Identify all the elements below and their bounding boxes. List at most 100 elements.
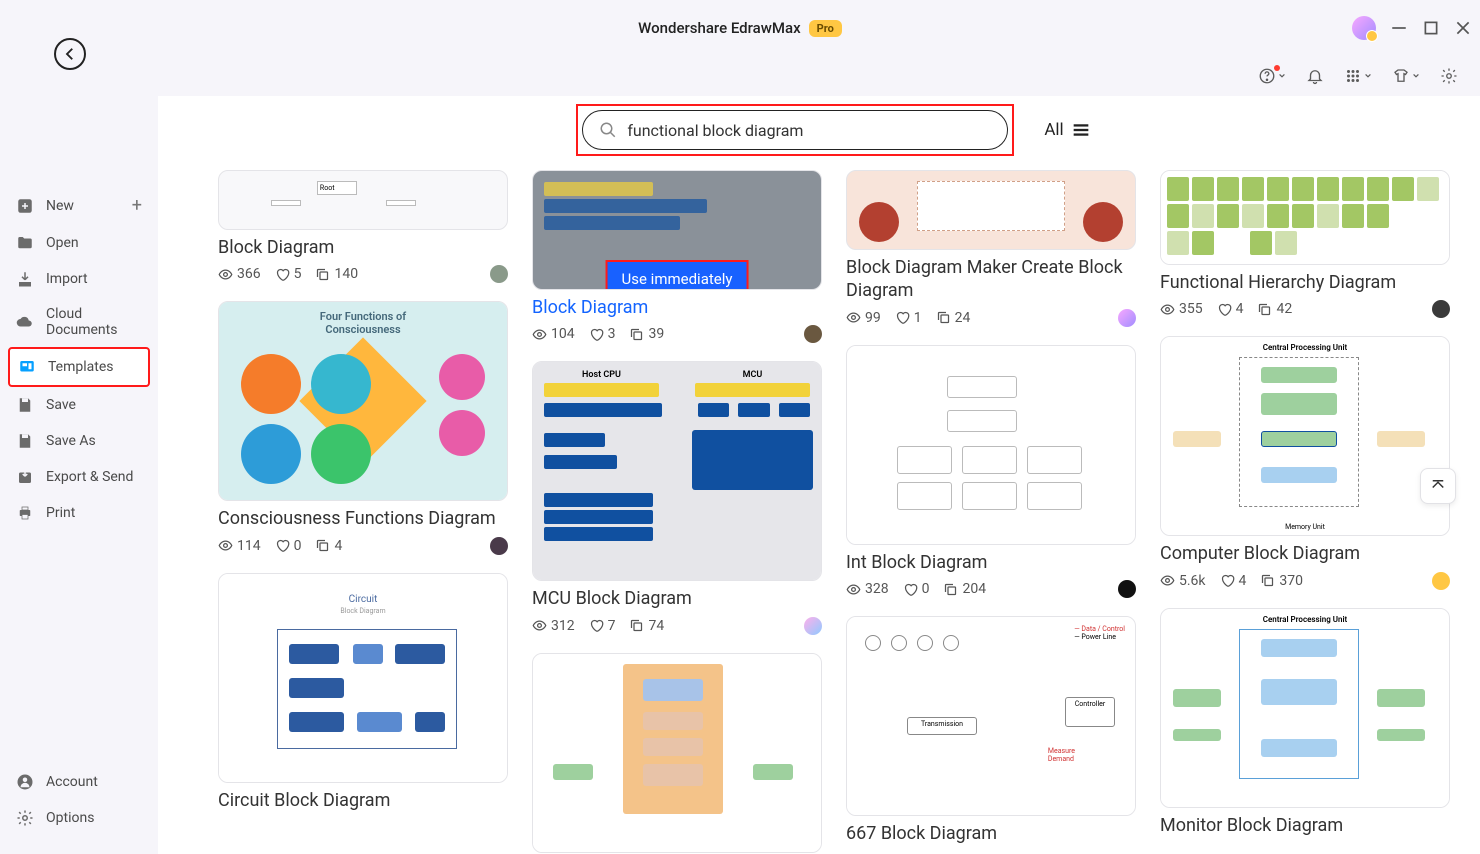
minimize-button[interactable] (1390, 19, 1408, 37)
copy-icon (1257, 302, 1272, 317)
sidebar-item-label: Print (46, 505, 75, 521)
card-stats: 366 5 140 (218, 265, 508, 283)
back-button[interactable] (54, 38, 86, 70)
heart-icon (1217, 302, 1232, 317)
print-icon (16, 504, 34, 522)
pro-badge: Pro (809, 20, 842, 37)
sidebar-item-import[interactable]: Import (8, 261, 150, 297)
author-avatar (1118, 580, 1136, 598)
template-thumb (532, 653, 822, 853)
menu-icon (1070, 119, 1092, 141)
help-icon[interactable] (1258, 67, 1286, 85)
template-card[interactable]: Block Diagram Maker Create Block Diagram… (846, 170, 1136, 327)
search-icon (599, 121, 617, 139)
save-as-icon (16, 432, 34, 450)
scroll-top-button[interactable] (1420, 468, 1456, 504)
template-card[interactable]: — Data / Control— Power Line Controller … (846, 616, 1136, 845)
sidebar-item-label: New (46, 198, 74, 214)
card-title: Block Diagram (218, 236, 508, 259)
eye-icon (218, 538, 233, 553)
template-card[interactable]: Four Functions ofConsciousness Conscious… (218, 301, 508, 554)
template-card[interactable]: Central Processing Unit Monitor Block Di… (1160, 608, 1450, 837)
sidebar-item-cloud[interactable]: Cloud Documents (8, 297, 150, 347)
eye-icon (846, 310, 861, 325)
template-card[interactable] (532, 653, 822, 853)
template-thumb: Four Functions ofConsciousness (218, 301, 508, 501)
eye-icon (1160, 302, 1175, 317)
author-avatar (804, 617, 822, 635)
window-controls (1352, 0, 1472, 56)
bell-icon[interactable] (1306, 67, 1324, 85)
sidebar-item-print[interactable]: Print (8, 495, 150, 531)
template-thumb (846, 345, 1136, 545)
card-title: Consciousness Functions Diagram (218, 507, 508, 530)
plus-square-icon (16, 197, 34, 215)
folder-icon (16, 234, 34, 252)
heart-icon (1220, 573, 1235, 588)
sidebar-item-label: Open (46, 235, 79, 251)
card-title: Block Diagram Maker Create Block Diagram (846, 256, 1136, 303)
sidebar-item-save-as[interactable]: Save As (8, 423, 150, 459)
template-card[interactable]: CircuitBlock Diagram Circuit Block Diagr… (218, 573, 508, 812)
eye-icon (532, 327, 547, 342)
import-icon (16, 270, 34, 288)
template-card[interactable]: Functional Hierarchy Diagram 355 4 42 (1160, 170, 1450, 318)
sidebar-item-export[interactable]: Export & Send (8, 459, 150, 495)
sidebar-item-label: Templates (48, 359, 114, 375)
sidebar-item-save[interactable]: Save (8, 387, 150, 423)
card-title: Computer Block Diagram (1160, 542, 1450, 565)
sidebar-item-label: Save As (46, 433, 96, 449)
app-title: Wondershare EdrawMax (638, 19, 801, 37)
sidebar-item-templates[interactable]: Templates (8, 347, 150, 387)
sidebar-item-label: Save (46, 397, 76, 413)
template-thumb (846, 170, 1136, 250)
template-thumb: — Data / Control— Power Line Controller … (846, 616, 1136, 816)
author-avatar (1118, 309, 1136, 327)
template-card[interactable]: Root Block Diagram 366 5 140 (218, 170, 508, 283)
cloud-icon (16, 313, 34, 331)
close-button[interactable] (1454, 19, 1472, 37)
card-title: Int Block Diagram (846, 551, 1136, 574)
copy-icon (936, 310, 951, 325)
use-immediately-button[interactable]: Use immediately (606, 260, 749, 290)
author-avatar (804, 325, 822, 343)
search-highlight (576, 104, 1014, 156)
heart-icon (903, 582, 918, 597)
search-input[interactable] (627, 121, 991, 140)
search-box[interactable] (582, 110, 1008, 150)
sidebar-item-label: Options (46, 810, 94, 826)
template-card[interactable]: Host CPUMCU MCU Block Diagram 312 7 (532, 361, 822, 634)
card-stats: 114 0 4 (218, 537, 508, 555)
card-stats: 5.6k 4 370 (1160, 572, 1450, 590)
tshirt-icon[interactable] (1392, 67, 1420, 85)
template-card[interactable]: Int Block Diagram 328 0 204 (846, 345, 1136, 598)
template-card[interactable]: Central Processing Unit Memory Unit Comp… (1160, 336, 1450, 589)
heart-icon (275, 267, 290, 282)
sidebar-item-new[interactable]: New + (8, 186, 150, 225)
maximize-button[interactable] (1422, 19, 1440, 37)
template-thumb: Use immediately (532, 170, 822, 290)
copy-icon (629, 327, 644, 342)
sidebar-item-open[interactable]: Open (8, 225, 150, 261)
save-icon (16, 396, 34, 414)
content-area: All Root Block Diagram 366 5 140 (158, 96, 1480, 854)
filter-all-button[interactable]: All (1044, 119, 1091, 141)
sidebar-item-account[interactable]: Account (8, 764, 150, 800)
copy-icon (1260, 573, 1275, 588)
card-stats: 99 1 24 (846, 309, 1136, 327)
eye-icon (1160, 573, 1175, 588)
plus-icon[interactable]: + (132, 195, 142, 216)
author-avatar (490, 265, 508, 283)
copy-icon (315, 538, 330, 553)
eye-icon (532, 618, 547, 633)
apps-icon[interactable] (1344, 67, 1372, 85)
user-avatar-icon[interactable] (1352, 16, 1376, 40)
card-title: Block Diagram (532, 296, 822, 319)
author-avatar (1432, 572, 1450, 590)
sidebar-item-options[interactable]: Options (8, 800, 150, 836)
card-title: MCU Block Diagram (532, 587, 822, 610)
template-thumb: Root (218, 170, 508, 230)
gear-icon[interactable] (1440, 67, 1458, 85)
template-card[interactable]: Use immediately Block Diagram 104 3 39 (532, 170, 822, 343)
sidebar: New + Open Import Cloud Documents Templa… (0, 96, 158, 854)
